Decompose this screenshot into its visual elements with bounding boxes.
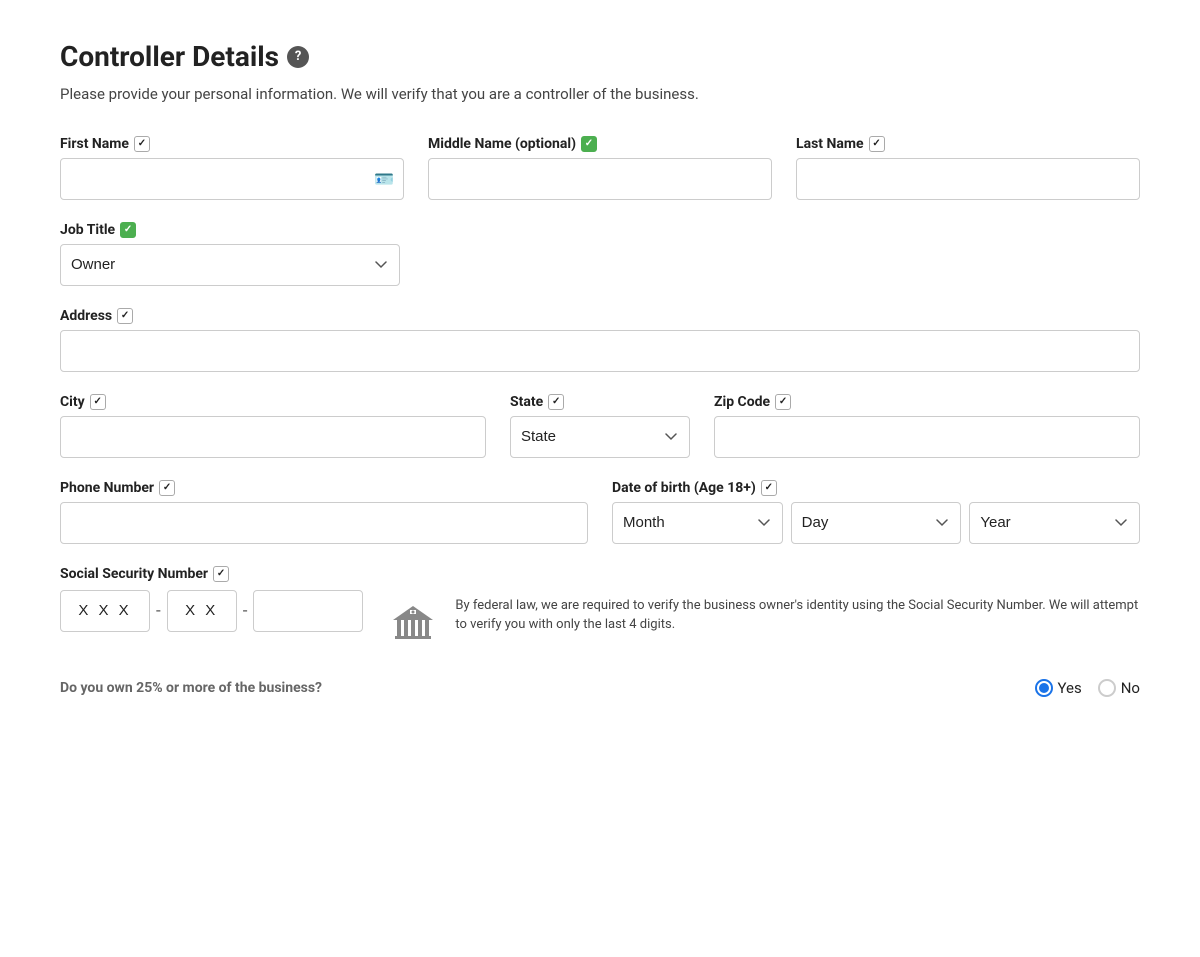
last-name-input[interactable] [796, 158, 1140, 200]
state-check-icon: ✓ [548, 394, 564, 410]
dob-year-select[interactable]: Year 200520042003 200220012000 199919981… [969, 502, 1140, 544]
ssn-fields-col: Social Security Number ✓ - - [60, 566, 363, 632]
first-name-group: First Name ✓ 🪪 [60, 136, 404, 200]
city-group: City ✓ [60, 394, 486, 458]
city-input[interactable] [60, 416, 486, 458]
help-icon[interactable]: ? [287, 46, 309, 68]
ownership-radio-group: Yes No [1035, 679, 1141, 697]
phone-input[interactable] [60, 502, 588, 544]
dob-label: Date of birth (Age 18+) ✓ [612, 480, 1140, 496]
zip-code-group: Zip Code ✓ [714, 394, 1140, 458]
city-check-icon: ✓ [90, 394, 106, 410]
address-input[interactable] [60, 330, 1140, 372]
job-title-label: Job Title ✓ [60, 222, 400, 238]
ownership-no-option[interactable]: No [1098, 679, 1140, 697]
page-title: Controller Details [60, 40, 279, 73]
state-group: State ✓ State ALAKAZAR CACOCTDE FLGAHIID… [510, 394, 690, 458]
ssn-sep2: - [237, 601, 254, 621]
first-name-check-icon: ✓ [134, 136, 150, 152]
state-label: State ✓ [510, 394, 690, 410]
ownership-yes-option[interactable]: Yes [1035, 679, 1082, 697]
job-title-group: Job Title ✓ Owner CEO CFO Manager Other [60, 222, 400, 286]
city-state-zip-row: City ✓ State ✓ State ALAKAZAR CACOCTDE F… [60, 394, 1140, 458]
ssn-part3-input[interactable] [253, 590, 363, 632]
address-row: Address ✓ [60, 308, 1140, 372]
job-title-select[interactable]: Owner CEO CFO Manager Other [60, 244, 400, 286]
dob-month-select[interactable]: Month JanuaryFebruaryMarch AprilMayJune … [612, 502, 783, 544]
dob-check-icon: ✓ [761, 480, 777, 496]
page-subtitle: Please provide your personal information… [60, 83, 810, 106]
ssn-part1-input [60, 590, 150, 632]
ownership-yes-label: Yes [1058, 679, 1082, 697]
middle-name-input[interactable] [428, 158, 772, 200]
dob-group: Date of birth (Age 18+) ✓ Month JanuaryF… [612, 480, 1140, 544]
dob-selects-row: Month JanuaryFebruaryMarch AprilMayJune … [612, 502, 1140, 544]
phone-label: Phone Number ✓ [60, 480, 588, 496]
ownership-no-radio[interactable] [1098, 679, 1116, 697]
job-title-check-icon: ✓ [120, 222, 136, 238]
page-title-row: Controller Details ? [60, 40, 1140, 73]
zip-code-input[interactable] [714, 416, 1140, 458]
ownership-yes-radio[interactable] [1035, 679, 1053, 697]
middle-name-check-icon: ✓ [581, 136, 597, 152]
address-label: Address ✓ [60, 308, 1140, 324]
ownership-no-label: No [1121, 679, 1140, 697]
first-name-input[interactable] [60, 158, 404, 200]
ssn-section: Social Security Number ✓ - - [60, 566, 1140, 655]
state-select[interactable]: State ALAKAZAR CACOCTDE FLGAHIID ILINIAK… [510, 416, 690, 458]
middle-name-label: Middle Name (optional) ✓ [428, 136, 772, 152]
middle-name-group: Middle Name (optional) ✓ [428, 136, 772, 200]
phone-dob-row: Phone Number ✓ Date of birth (Age 18+) ✓… [60, 480, 1140, 544]
address-group: Address ✓ [60, 308, 1140, 372]
ssn-info-content: By federal law, we are required to verif… [393, 596, 1140, 655]
last-name-label: Last Name ✓ [796, 136, 1140, 152]
ownership-row: Do you own 25% or more of the business? … [60, 679, 1140, 697]
ssn-info-text: By federal law, we are required to verif… [455, 596, 1140, 635]
address-check-icon: ✓ [117, 308, 133, 324]
last-name-check-icon: ✓ [869, 136, 885, 152]
ssn-label: Social Security Number ✓ [60, 566, 363, 582]
first-name-label: First Name ✓ [60, 136, 404, 152]
city-label: City ✓ [60, 394, 486, 410]
dob-day-select[interactable]: Day 1234 5678 9101112 13141516 17181920 … [791, 502, 962, 544]
ssn-check-icon: ✓ [213, 566, 229, 582]
phone-check-icon: ✓ [159, 480, 175, 496]
phone-group: Phone Number ✓ [60, 480, 588, 544]
job-title-row: Job Title ✓ Owner CEO CFO Manager Other [60, 222, 1140, 286]
id-card-icon: 🪪 [374, 169, 394, 188]
first-name-input-wrap: 🪪 [60, 158, 404, 200]
ssn-info-col: By federal law, we are required to verif… [393, 566, 1140, 655]
ssn-sep1: - [150, 601, 167, 621]
zip-code-check-icon: ✓ [775, 394, 791, 410]
zip-code-label: Zip Code ✓ [714, 394, 1140, 410]
ssn-part2-input [167, 590, 237, 632]
ssn-inputs-row: - - [60, 590, 363, 632]
bank-building-icon [393, 600, 439, 655]
controller-details-form: Controller Details ? Please provide your… [60, 40, 1140, 697]
last-name-group: Last Name ✓ [796, 136, 1140, 200]
name-row: First Name ✓ 🪪 Middle Name (optional) ✓ … [60, 136, 1140, 200]
ownership-question: Do you own 25% or more of the business? [60, 680, 322, 696]
